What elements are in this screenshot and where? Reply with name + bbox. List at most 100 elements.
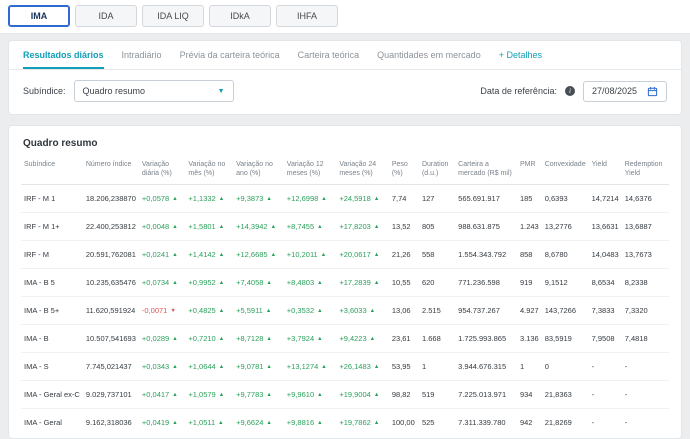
value-cell: 4.927 <box>516 296 542 326</box>
tab-ihfa[interactable]: IHFA <box>276 5 338 27</box>
value-cell: - <box>624 418 628 428</box>
up-triangle-icon: ▲ <box>373 224 380 231</box>
value-cell: -0,0071 ▼ <box>138 296 186 326</box>
variation-value: +19,7862 <box>339 418 371 428</box>
variation-value: +1,0644 <box>188 362 216 372</box>
value-cell: +26,1483 ▲ <box>336 352 389 382</box>
variation-value: +0,4825 <box>188 306 216 316</box>
value-cell: 8,6534 <box>588 268 622 298</box>
value-cell: +8,7128 ▲ <box>233 324 284 354</box>
table-row: IMA - S 7.745,021437 +0,0343 ▲ +1,0644 ▲ +9,07… <box>21 352 669 382</box>
value-cell: +10,2011 ▲ <box>283 240 337 270</box>
value-cell: 7.745,021437 <box>82 352 139 382</box>
value-cell: 83,5919 <box>541 324 589 354</box>
up-triangle-icon: ▲ <box>218 196 225 203</box>
subtab-resultados-diarios[interactable]: Resultados diários <box>23 41 104 69</box>
subindex-filter: Subíndice: Quadro resumo ▼ <box>23 80 234 102</box>
up-triangle-icon: ▲ <box>218 224 225 231</box>
value-cell: +17,8203 ▲ <box>336 212 389 242</box>
value-cell: +0,0578 ▲ <box>138 184 186 214</box>
value-cell: +0,0048 ▲ <box>138 212 186 242</box>
table-body: IRF - M 1 18.206,238870 +0,0578 ▲ +1,1332 ▲ +9… <box>21 184 669 437</box>
variation-value: +26,1483 <box>339 362 371 372</box>
reference-date-label: Data de referência: <box>480 86 557 96</box>
up-triangle-icon: ▲ <box>218 308 225 315</box>
value-cell: 13,6887 <box>621 212 669 242</box>
calendar-icon[interactable] <box>647 86 658 97</box>
value-cell: +9,9610 ▲ <box>283 380 337 410</box>
value-cell: 9.162,318036 <box>85 418 132 428</box>
index-tab-bar: IMA IDA IDA LIQ IDkA IHFA <box>0 0 690 34</box>
value-cell: +0,0417 ▲ <box>138 380 186 410</box>
value-cell: - <box>621 380 669 410</box>
value-cell: 1.668 <box>418 324 456 354</box>
variation-value: +10,2011 <box>286 250 318 260</box>
value-cell: 21,8269 <box>544 418 572 428</box>
up-triangle-icon: ▲ <box>270 224 277 231</box>
variation-value: +9,3873 <box>236 194 264 204</box>
value-cell: 7.225.013.971 <box>455 380 517 410</box>
info-icon[interactable]: i <box>564 86 575 96</box>
variation-value: +5,5911 <box>236 306 263 316</box>
subindex-cell: IRF - M 1+ <box>21 212 83 242</box>
subindex-cell: IMA - S <box>21 352 83 382</box>
variation-value: +0,0734 <box>141 278 170 288</box>
tab-idka[interactable]: IDkA <box>209 5 271 27</box>
subtab-carteira-teorica[interactable]: Carteira teórica <box>298 41 360 69</box>
variation-value: +7,4058 <box>236 278 264 288</box>
column-header: Variação 24 meses (%) <box>336 157 389 186</box>
value-cell: 7,3320 <box>621 296 669 326</box>
variation-value: +9,8816 <box>286 418 315 428</box>
up-triangle-icon: ▲ <box>373 196 380 203</box>
variation-value: +0,9952 <box>188 278 216 288</box>
value-cell: +1,1332 ▲ <box>185 184 234 214</box>
variation-value: +9,9610 <box>286 390 315 400</box>
subtab-previa-carteira-teorica[interactable]: Prévia da carteira teórica <box>180 41 280 69</box>
value-cell: 10.507,541693 <box>82 324 139 354</box>
variation-value: +17,8203 <box>339 222 371 232</box>
value-cell: 18.206,238870 <box>82 184 139 214</box>
value-cell: 3.944.676.315 <box>455 352 517 382</box>
tab-ida[interactable]: IDA <box>75 5 137 27</box>
table-row: IMA - B 5+ 11.620,591924 -0,0071 ▼ +0,4825 ▲ +… <box>21 296 669 326</box>
up-triangle-icon: ▲ <box>172 420 178 427</box>
table-head-row: Subíndice Número índice Variação diária (%… <box>21 157 669 186</box>
value-cell: 7,74 <box>388 184 419 214</box>
tab-ida-liq[interactable]: IDA LIQ <box>142 5 204 27</box>
subtab-intradiario[interactable]: Intradiário <box>122 41 162 69</box>
subindex-cell: IRF - M 1 <box>21 184 83 214</box>
value-cell: +9,3873 ▲ <box>233 184 284 214</box>
up-triangle-icon: ▲ <box>321 196 327 203</box>
value-cell: +12,6685 ▲ <box>233 240 284 270</box>
value-cell: 1.554.343.792 <box>455 240 517 270</box>
value-cell: 3.136 <box>516 324 542 354</box>
subtab-detalhes[interactable]: + Detalhes <box>499 41 542 69</box>
tab-ima[interactable]: IMA <box>8 5 70 27</box>
date-input[interactable]: 27/08/2025 <box>582 80 667 102</box>
variation-value: +12,6685 <box>236 250 268 260</box>
value-cell: 954.737.267 <box>455 296 517 326</box>
up-triangle-icon: ▲ <box>266 336 272 343</box>
value-cell: +1,0511 ▲ <box>185 409 233 437</box>
summary-table: Subíndice Número índice Variação diária (%… <box>21 157 669 436</box>
column-header: Variação 12 meses (%) <box>283 157 337 186</box>
subindex-cell: IMA - Geral ex-C <box>21 380 83 410</box>
subindex-select[interactable]: Quadro resumo ▼ <box>73 80 234 102</box>
value-cell: +1,0579 ▲ <box>185 380 234 410</box>
value-cell: +3,6033 ▲ <box>336 296 389 326</box>
variation-value: +9,7783 <box>236 390 264 400</box>
value-cell: 565.691.917 <box>455 184 517 214</box>
value-cell: 53,95 <box>388 352 419 382</box>
value-cell: - <box>588 352 622 382</box>
variation-value: +9,6624 <box>236 418 264 428</box>
value-cell: 13,2776 <box>541 212 589 242</box>
variation-value: +0,0241 <box>141 250 170 260</box>
subindex-cell: IMA - Geral <box>24 418 62 428</box>
table-row: IMA - Geral 9.162,318036 +0,0419 ▲ +1,0511 ▲ +… <box>21 409 669 437</box>
value-cell: 21,8363 <box>541 380 589 410</box>
variation-value: +14,3942 <box>236 222 268 232</box>
subtab-quantidades-em-mercado[interactable]: Quantidades em mercado <box>377 41 481 69</box>
chevron-down-icon: ▼ <box>217 87 225 95</box>
column-header: Subíndice <box>21 157 83 186</box>
up-triangle-icon: ▲ <box>317 392 323 399</box>
